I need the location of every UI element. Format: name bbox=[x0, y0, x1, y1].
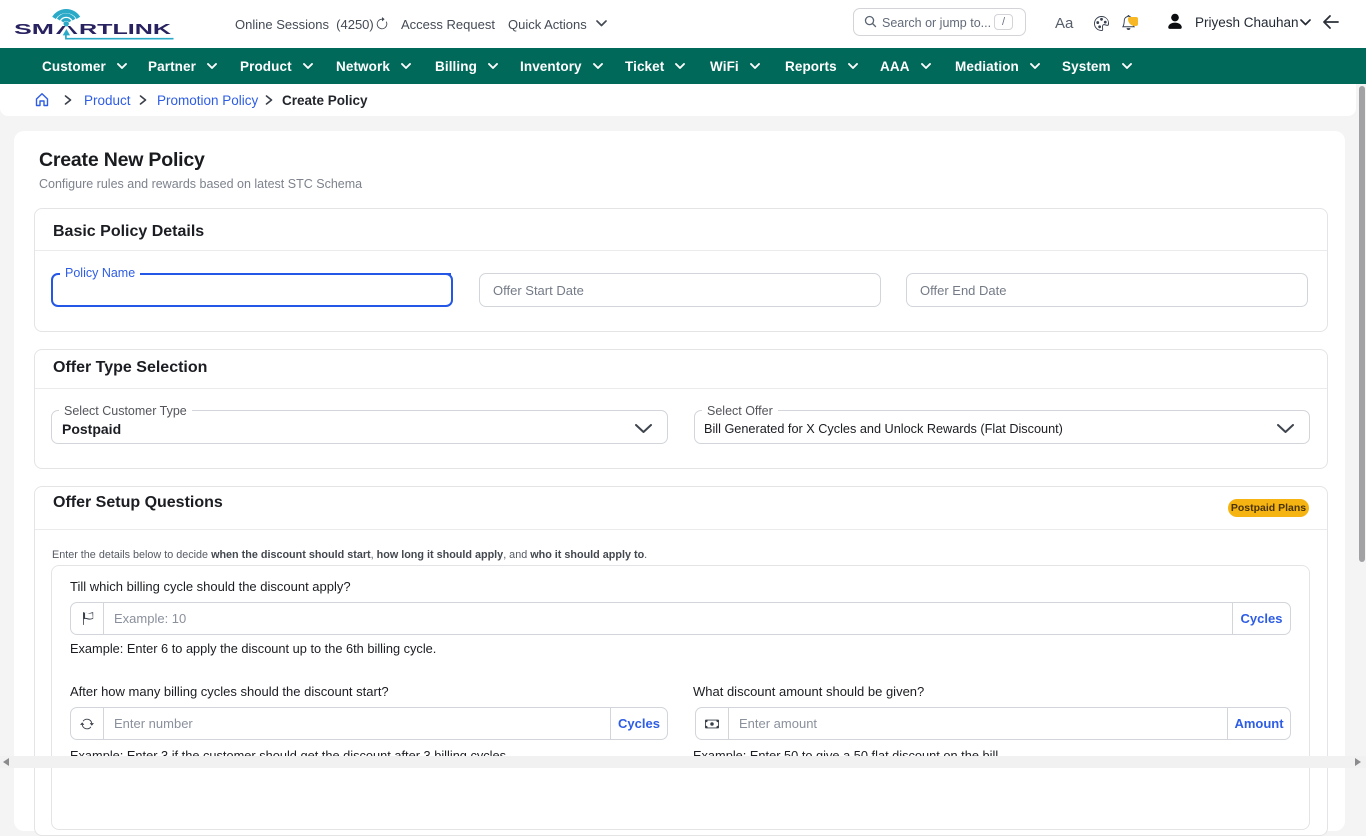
svg-text:RTLINK: RTLINK bbox=[79, 21, 171, 38]
svg-text:SM: SM bbox=[14, 21, 54, 38]
